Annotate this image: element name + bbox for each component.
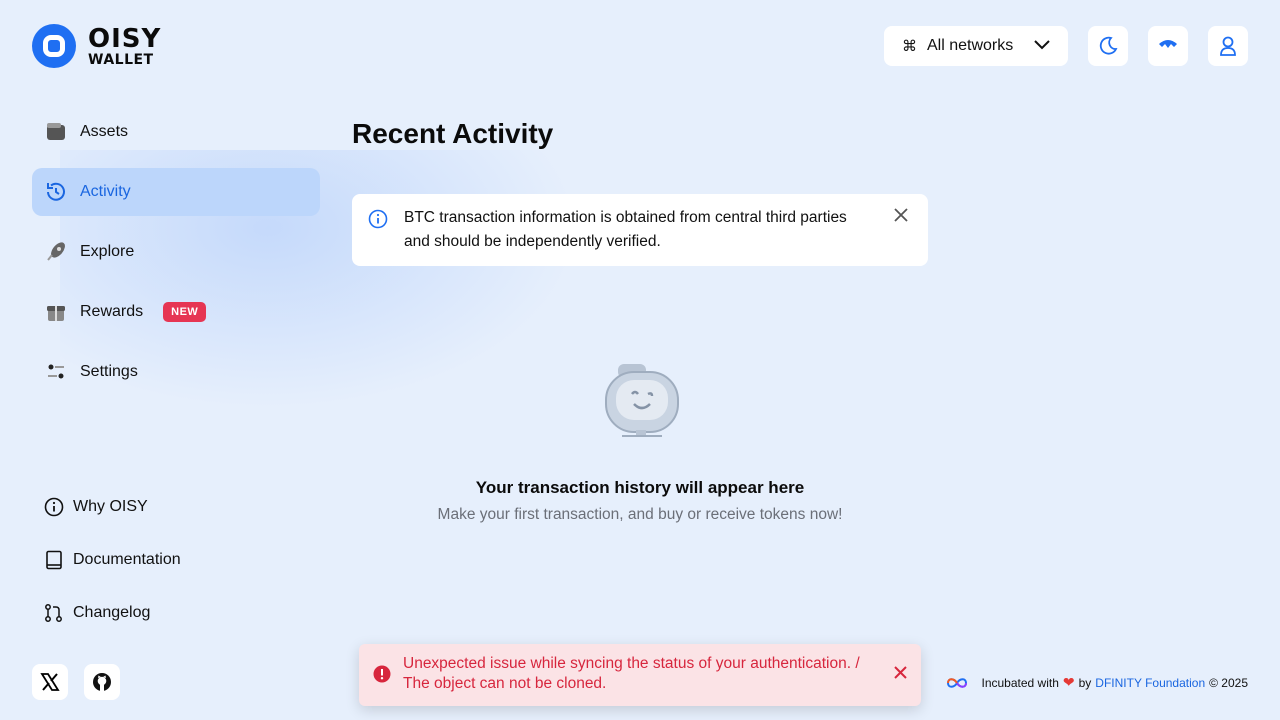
- user-icon: [1220, 36, 1236, 56]
- footer-by: by: [1078, 675, 1092, 690]
- empty-state-subtext: Make your first transaction, and buy or …: [437, 506, 843, 523]
- sidebar-nav: Assets Activity Explore Rewards NEW Sett…: [32, 108, 320, 408]
- rocket-icon: [47, 242, 65, 261]
- sidebar-item-label: Assets: [80, 123, 129, 140]
- error-toast-message: Unexpected issue while syncing the statu…: [403, 655, 860, 692]
- link-label: Documentation: [73, 551, 181, 568]
- sliders-icon: [48, 364, 64, 379]
- wallet-icon: [47, 123, 65, 140]
- network-selector[interactable]: ⌘ All networks: [884, 26, 1068, 66]
- error-icon: [373, 665, 391, 683]
- heart-icon: ❤: [1062, 674, 1075, 690]
- sidebar-item-label: Activity: [80, 183, 131, 200]
- sidebar-item-assets[interactable]: Assets: [32, 108, 320, 156]
- sidebar-item-rewards[interactable]: Rewards NEW: [32, 288, 320, 336]
- social-links: [32, 664, 120, 700]
- link-label: Why OISY: [73, 498, 148, 515]
- logo-line1: OISY: [88, 23, 162, 54]
- walletconnect-icon: [1159, 40, 1177, 48]
- network-selector-label: All networks: [927, 37, 1014, 54]
- error-toast: Unexpected issue while syncing the statu…: [359, 644, 921, 706]
- theme-toggle-button[interactable]: [1088, 26, 1128, 66]
- page-title: Recent Activity: [352, 118, 554, 149]
- x-icon: [40, 673, 60, 691]
- sidebar-item-settings[interactable]: Settings: [32, 348, 320, 396]
- info-notice-text: BTC transaction information is obtained …: [404, 209, 847, 250]
- book-icon: [46, 550, 62, 570]
- sidebar-item-label: Settings: [80, 363, 138, 380]
- gift-icon: [47, 306, 65, 321]
- logo-wordmark: OISY WALLET: [88, 26, 161, 67]
- empty-state-heading: Your transaction history will appear her…: [475, 478, 805, 497]
- chevron-down-icon: [1034, 37, 1050, 55]
- info-icon: [368, 209, 388, 229]
- mascot-illustration: [605, 364, 679, 437]
- github-button[interactable]: [84, 664, 120, 700]
- link-why-oisy[interactable]: Why OISY: [44, 494, 181, 520]
- info-icon: [44, 497, 64, 517]
- sidebar-item-activity[interactable]: Activity: [32, 168, 320, 216]
- walletconnect-button[interactable]: [1148, 26, 1188, 66]
- infinity-logo-icon: [947, 677, 968, 688]
- sidebar-item-label: Rewards: [80, 303, 144, 320]
- footer-copyright: © 2025: [1209, 675, 1248, 690]
- dfinity-foundation-link[interactable]: DFINITY Foundation: [1095, 676, 1205, 690]
- footer-prefix: Incubated with: [981, 675, 1059, 690]
- secondary-links: Why OISY Documentation Changelog: [44, 494, 181, 653]
- info-notice: BTC transaction information is obtained …: [352, 194, 928, 266]
- link-changelog[interactable]: Changelog: [44, 600, 181, 626]
- close-icon[interactable]: [894, 666, 907, 684]
- oisy-logo-mark: [32, 24, 76, 68]
- history-icon: [47, 182, 65, 201]
- sidebar-item-explore[interactable]: Explore: [32, 228, 320, 276]
- footer: Incubated with ❤ by DFINITY Foundation ©…: [945, 674, 1248, 691]
- link-label: Changelog: [73, 604, 151, 621]
- close-icon[interactable]: [894, 208, 908, 227]
- sidebar-item-label: Explore: [80, 243, 135, 260]
- github-icon: [93, 673, 111, 691]
- command-icon: ⌘: [902, 38, 917, 55]
- link-documentation[interactable]: Documentation: [44, 547, 181, 573]
- logo-line2: WALLET: [88, 51, 154, 68]
- moon-icon: [1099, 36, 1118, 55]
- git-pull-icon: [45, 604, 62, 622]
- x-button[interactable]: [32, 664, 68, 700]
- empty-state: Your transaction history will appear her…: [352, 360, 928, 524]
- new-badge: NEW: [163, 302, 207, 322]
- user-menu-button[interactable]: [1208, 26, 1248, 66]
- oisy-logo[interactable]: OISY WALLET: [32, 24, 161, 68]
